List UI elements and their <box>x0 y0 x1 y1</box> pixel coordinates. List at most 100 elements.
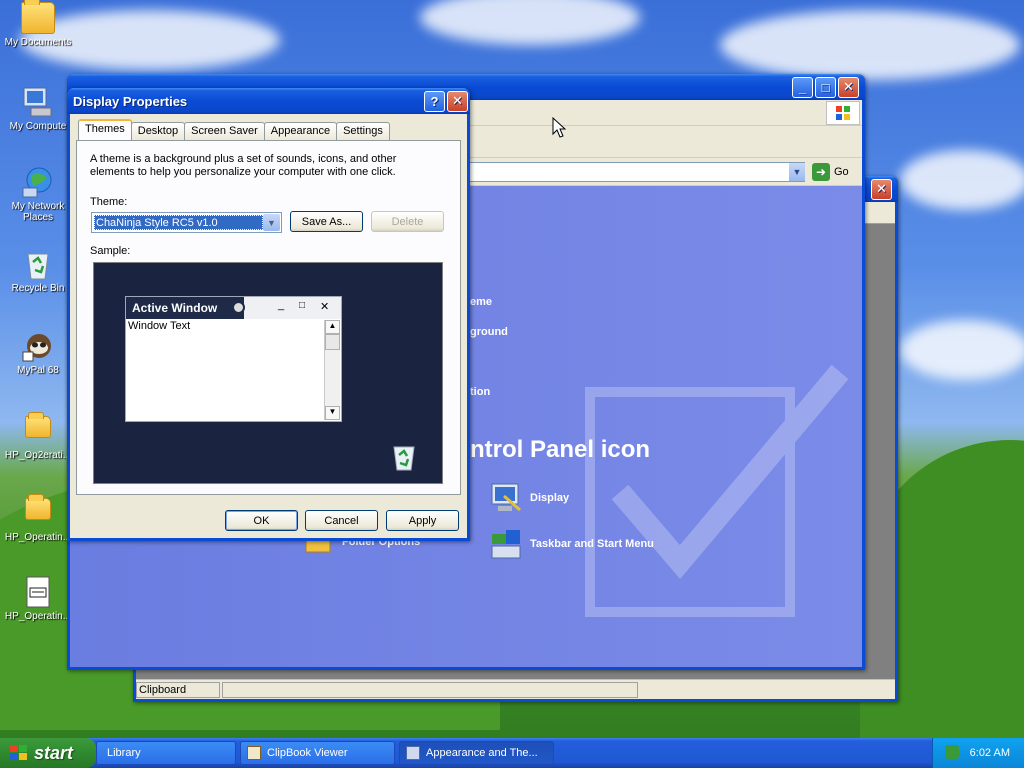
desktop-icon-mypal[interactable]: MyPal 68 <box>0 330 76 376</box>
task-button-appearance[interactable]: Appearance and The... <box>399 741 554 765</box>
theme-select-value: ChaNinja Style RC5 v1.0 <box>94 215 263 230</box>
desktop-icon-label: HP_Operatin... <box>4 611 72 622</box>
task-fragment-background[interactable]: ground <box>470 326 508 338</box>
preview-window-title: Active Window <box>132 301 218 315</box>
my-documents-icon <box>21 0 55 34</box>
preview-titlebar: Active Window _ □ ✕ <box>126 297 341 319</box>
clipbook-icon <box>247 746 261 760</box>
themes-panel: A theme is a background plus a set of so… <box>76 140 461 495</box>
preview-close-icon: ✕ <box>320 301 330 313</box>
maximize-icon[interactable]: □ <box>815 76 836 98</box>
task-label: Library <box>107 747 141 759</box>
desktop-icon-label: HP_Operatin... <box>4 532 72 543</box>
task-fragment-theme[interactable]: eme <box>470 296 492 308</box>
minimize-icon[interactable]: _ <box>792 76 813 98</box>
taskbar-label: Taskbar and Start Menu <box>530 538 654 550</box>
dialog-titlebar[interactable]: Display Properties ? ✕ <box>67 88 470 114</box>
task-button-clipbook[interactable]: ClipBook Viewer <box>240 741 395 765</box>
desktop-icon-network[interactable]: My Network Places <box>0 166 76 223</box>
tab-desktop[interactable]: Desktop <box>130 122 186 140</box>
mouse-cursor-icon <box>552 117 566 138</box>
clock[interactable]: 6:02 AM <box>970 747 1010 759</box>
theme-preview: Active Window _ □ ✕ Window Text ▲ ▼ <box>93 262 443 484</box>
tab-screen-saver[interactable]: Screen Saver <box>184 122 265 140</box>
close-icon[interactable]: ✕ <box>838 76 859 98</box>
preview-window: Active Window _ □ ✕ Window Text ▲ ▼ <box>125 296 342 422</box>
display-properties-dialog[interactable]: Display Properties ? ✕ Themes Desktop Sc… <box>67 88 470 541</box>
desktop-icon-folder-2[interactable]: HP_Operatin... <box>0 494 76 543</box>
chevron-down-icon[interactable]: ▼ <box>263 214 280 231</box>
folder-icon <box>25 494 51 520</box>
theme-label: Theme: <box>90 196 128 208</box>
cancel-button[interactable]: Cancel <box>305 510 378 531</box>
ok-button[interactable]: OK <box>225 510 298 531</box>
status-field <box>222 681 638 698</box>
tab-settings[interactable]: Settings <box>336 122 390 140</box>
display-label: Display <box>530 492 570 504</box>
desktop-icon-label: My Documents <box>4 37 72 48</box>
save-as-button[interactable]: Save As... <box>290 211 363 232</box>
preview-ninja-icon <box>232 301 245 314</box>
section-heading: ntrol Panel icon <box>470 436 651 463</box>
desktop-icon-my-computer[interactable]: My Compute <box>0 86 76 132</box>
preview-maximize-icon: □ <box>299 300 306 311</box>
desktop-icon-my-documents[interactable]: My Documents <box>0 0 76 48</box>
apply-button[interactable]: Apply <box>386 510 459 531</box>
mypal-icon <box>21 330 55 362</box>
taskbar: start Library ClipBook Viewer Appearance… <box>0 738 1024 768</box>
delete-button[interactable]: Delete <box>371 211 444 232</box>
watermark-check-icon <box>585 364 849 617</box>
system-tray: 6:02 AM <box>932 738 1024 768</box>
dialog-title: Display Properties <box>73 93 188 109</box>
help-icon[interactable]: ? <box>424 90 445 112</box>
desktop-icon-recycle-bin[interactable]: Recycle Bin <box>0 248 76 294</box>
appearance-icon <box>406 746 420 760</box>
close-icon[interactable]: ✕ <box>871 178 892 200</box>
folder-icon <box>25 412 51 438</box>
tab-strip: Themes Desktop Screen Saver Appearance S… <box>78 119 390 140</box>
desktop-icon-label: My Compute <box>9 121 67 132</box>
start-label: start <box>34 742 74 763</box>
desktop-icon-label: MyPal 68 <box>17 365 59 376</box>
status-clipboard: Clipboard <box>136 681 220 698</box>
text-file-icon <box>21 576 55 608</box>
taskbar-icon <box>491 530 521 559</box>
close-icon[interactable]: ✕ <box>447 90 468 112</box>
status-bar: Clipboard <box>136 679 895 699</box>
desktop-icon-folder-1[interactable]: HP_Op2erati... <box>0 412 76 461</box>
tray-recycle-icon[interactable] <box>945 745 959 759</box>
start-button[interactable]: start <box>0 738 96 768</box>
windows-logo-icon <box>826 101 860 125</box>
chevron-up-icon: ▲ <box>325 320 340 334</box>
go-button[interactable]: ➜ Go <box>812 162 849 182</box>
tab-themes[interactable]: Themes <box>78 119 132 140</box>
desktop-icon-text-file[interactable]: HP_Operatin... <box>0 576 76 622</box>
control-panel-item-taskbar[interactable]: Taskbar and Start Menu <box>490 528 654 560</box>
scroll-thumb <box>325 334 340 350</box>
desktop-icon-label: Recycle Bin <box>11 283 65 294</box>
control-panel-item-display[interactable]: Display <box>490 482 569 514</box>
go-label: Go <box>834 166 849 178</box>
preview-minimize-icon: _ <box>278 299 285 311</box>
display-icon <box>491 483 521 512</box>
sample-label: Sample: <box>90 245 131 257</box>
preview-scrollbar: ▲ ▼ <box>324 320 340 420</box>
windows-flag-icon <box>10 745 28 766</box>
network-icon <box>21 166 55 198</box>
go-arrow-icon: ➜ <box>812 163 830 181</box>
theme-description: A theme is a background plus a set of so… <box>90 153 397 178</box>
task-button-library[interactable]: Library <box>96 741 236 765</box>
recycle-bin-icon <box>393 446 415 471</box>
my-computer-icon <box>21 86 55 118</box>
task-fragment-saver[interactable]: tion <box>470 386 490 398</box>
recycle-bin-icon <box>21 248 55 280</box>
chevron-down-icon: ▼ <box>325 406 340 420</box>
dropdown-arrow-icon[interactable]: ▼ <box>789 163 805 181</box>
desktop-icon-label: My Network Places <box>11 201 65 223</box>
task-label: ClipBook Viewer <box>267 747 348 759</box>
desktop-icon-label: HP_Op2erati... <box>4 450 72 461</box>
theme-select[interactable]: ChaNinja Style RC5 v1.0 ▼ <box>91 212 282 233</box>
tab-appearance[interactable]: Appearance <box>263 122 338 140</box>
task-label: Appearance and The... <box>426 747 538 759</box>
preview-window-text: Window Text <box>128 320 191 332</box>
